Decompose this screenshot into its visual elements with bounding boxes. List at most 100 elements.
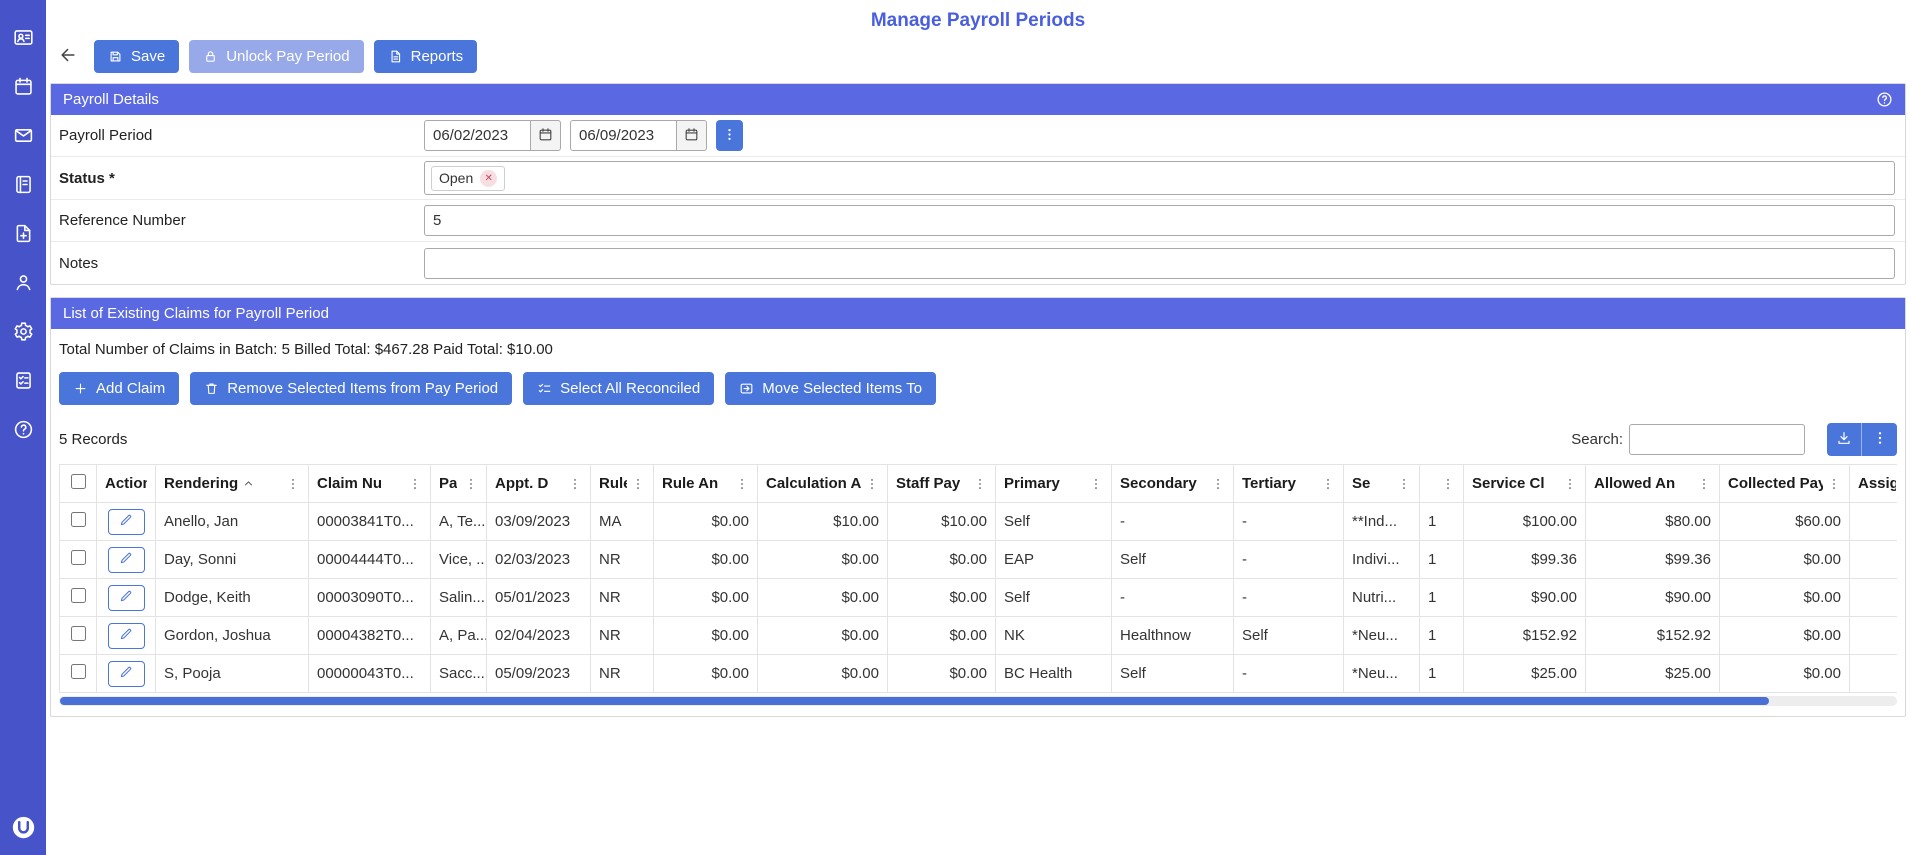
column-menu-icon[interactable]: [1697, 477, 1711, 491]
save-icon: [108, 49, 123, 64]
checklist-icon: [537, 381, 552, 396]
column-header-allowed_amount[interactable]: Allowed An: [1585, 464, 1720, 503]
column-menu-icon[interactable]: [464, 477, 478, 491]
row-checkbox[interactable]: [70, 626, 86, 641]
status-row: Status * Open ✕: [51, 157, 1905, 200]
column-header-rendering[interactable]: Rendering: [155, 464, 309, 503]
column-label: Pa: [439, 475, 458, 492]
column-label: Calculation An: [766, 475, 861, 492]
status-input[interactable]: Open ✕: [424, 161, 1895, 195]
column-menu-icon[interactable]: [1441, 477, 1455, 491]
period-start-group: [424, 120, 561, 151]
column-header-service[interactable]: Se: [1343, 464, 1420, 503]
row-checkbox[interactable]: [70, 588, 86, 603]
column-menu-icon[interactable]: [408, 477, 422, 491]
select-all-checkbox[interactable]: [70, 474, 86, 489]
reports-button[interactable]: Reports: [373, 40, 478, 73]
column-header-collected_payment[interactable]: Collected Pay: [1719, 464, 1850, 503]
period-end-calendar-button[interactable]: [677, 120, 707, 151]
add-claim-button[interactable]: Add Claim: [59, 372, 180, 405]
edit-row-button[interactable]: [107, 508, 145, 535]
calendar-icon[interactable]: [11, 75, 35, 97]
column-menu-icon[interactable]: [1321, 477, 1335, 491]
column-menu-icon[interactable]: [1211, 477, 1225, 491]
app-logo: [10, 814, 37, 845]
period-start-calendar-button[interactable]: [531, 120, 561, 151]
save-button[interactable]: Save: [94, 40, 180, 73]
edit-row-button[interactable]: [107, 584, 145, 611]
column-header-assigned[interactable]: Assig: [1849, 464, 1897, 503]
column-menu-icon[interactable]: [735, 477, 749, 491]
cell-rule: NR: [590, 540, 654, 579]
person-icon[interactable]: [11, 271, 35, 293]
period-end-input[interactable]: [570, 120, 677, 151]
unlock-pay-period-button[interactable]: Unlock Pay Period: [189, 40, 364, 73]
column-menu-icon[interactable]: [1397, 477, 1411, 491]
column-menu-icon[interactable]: [568, 477, 582, 491]
row-checkbox[interactable]: [70, 512, 86, 527]
reference-number-row: Reference Number: [51, 200, 1905, 242]
column-header-primary[interactable]: Primary: [995, 464, 1112, 503]
edit-row-button[interactable]: [107, 660, 145, 687]
column-menu-icon[interactable]: [1827, 477, 1841, 491]
mail-icon[interactable]: [11, 124, 35, 146]
cell-service: *Neu...: [1343, 616, 1420, 655]
table-row: Gordon, Joshua 00004382T0... A, Pa... 02/04…: [59, 616, 1897, 655]
help-icon[interactable]: [1876, 91, 1893, 108]
cell-assigned: [1849, 502, 1897, 541]
cell-secondary: Self: [1111, 654, 1234, 693]
column-menu-icon[interactable]: [865, 477, 879, 491]
column-menu-icon[interactable]: [1089, 477, 1103, 491]
file-add-icon[interactable]: [11, 222, 35, 244]
select-all-reconciled-button[interactable]: Select All Reconciled: [523, 372, 715, 405]
cell-assigned: [1849, 578, 1897, 617]
back-button[interactable]: [52, 41, 84, 73]
column-header-claim_number[interactable]: Claim Nu: [308, 464, 431, 503]
column-header-staff_pay[interactable]: Staff Pay: [887, 464, 996, 503]
column-header-actions[interactable]: Actions: [96, 464, 156, 503]
cell-rule_amount: $0.00: [653, 578, 758, 617]
horizontal-scrollbar-thumb[interactable]: [60, 697, 1770, 705]
reference-number-input[interactable]: [424, 205, 1895, 236]
edit-row-button[interactable]: [107, 622, 145, 649]
cell-service: Indivi...: [1343, 540, 1420, 579]
column-menu-icon[interactable]: [973, 477, 987, 491]
gear-icon[interactable]: [11, 320, 35, 342]
search-input[interactable]: [1629, 424, 1805, 455]
ledger-icon[interactable]: [11, 173, 35, 195]
contact-card-icon[interactable]: [11, 26, 35, 48]
column-header-service_charge[interactable]: Service Cl: [1463, 464, 1586, 503]
edit-row-button[interactable]: [107, 546, 145, 573]
column-header-units[interactable]: [1419, 464, 1464, 503]
move-selected-button[interactable]: Move Selected Items To: [725, 372, 937, 405]
period-start-input[interactable]: [424, 120, 531, 151]
column-header-appt_date[interactable]: Appt. D: [486, 464, 591, 503]
task-list-icon[interactable]: [11, 369, 35, 391]
cell-secondary: -: [1111, 502, 1234, 541]
column-header-tertiary[interactable]: Tertiary: [1233, 464, 1344, 503]
row-checkbox[interactable]: [70, 550, 86, 565]
column-header-payer[interactable]: Pa: [430, 464, 487, 503]
help-icon[interactable]: [11, 418, 35, 440]
period-menu-button[interactable]: [716, 120, 743, 151]
claims-body: Total Number of Claims in Batch: 5 Bille…: [51, 329, 1905, 716]
column-header-calculation_amount[interactable]: Calculation An: [757, 464, 888, 503]
column-menu-icon[interactable]: [1563, 477, 1577, 491]
remove-status-icon[interactable]: ✕: [480, 169, 498, 187]
calendar-icon: [684, 127, 699, 145]
column-menu-icon[interactable]: [286, 477, 300, 491]
pencil-icon: [119, 665, 133, 682]
horizontal-scrollbar[interactable]: [59, 696, 1897, 706]
column-header-secondary[interactable]: Secondary: [1111, 464, 1234, 503]
export-button[interactable]: [1827, 423, 1862, 456]
cell-rendering: Day, Sonni: [155, 540, 309, 579]
cell-rule_amount: $0.00: [653, 540, 758, 579]
row-checkbox[interactable]: [70, 664, 86, 679]
remove-selected-button[interactable]: Remove Selected Items from Pay Period: [190, 372, 513, 405]
column-header-rule_amount[interactable]: Rule An: [653, 464, 758, 503]
grid-menu-button[interactable]: [1862, 423, 1897, 456]
column-header-rule[interactable]: Rule: [590, 464, 654, 503]
column-menu-icon[interactable]: [631, 477, 645, 491]
sidebar-nav: [11, 26, 35, 440]
notes-input[interactable]: [424, 247, 1895, 279]
